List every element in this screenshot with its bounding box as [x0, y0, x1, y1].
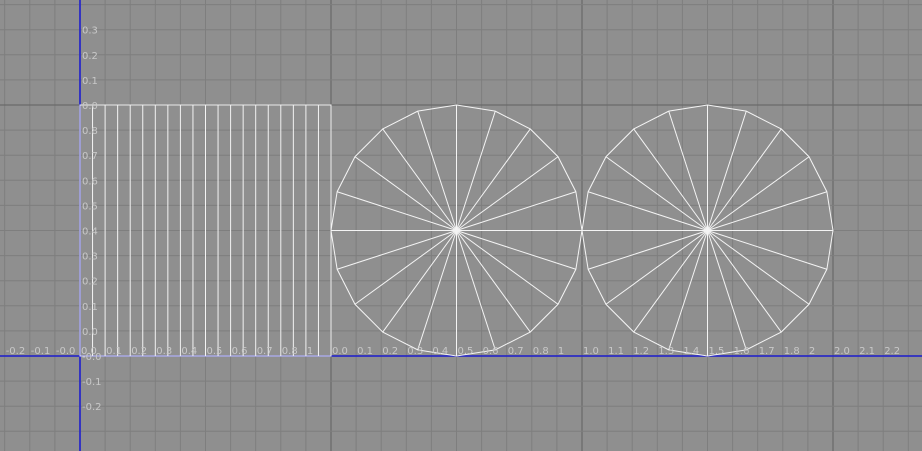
u-ruler-label: 1.8 — [784, 346, 800, 357]
v-ruler-label: -0.1 — [82, 377, 102, 388]
u-ruler-label: 0.2 — [131, 346, 147, 357]
u-ruler-label: 0.2 — [382, 346, 398, 357]
u-ruler-label: 0.3 — [156, 346, 172, 357]
u-ruler-label: 1.5 — [709, 346, 725, 357]
v-ruler-label: -0.0 — [82, 352, 102, 363]
v-ruler-label: 0.3 — [82, 252, 98, 263]
u-ruler-label: 1.2 — [633, 346, 649, 357]
v-ruler-label: 0.4 — [82, 227, 98, 238]
fan-center-vertex — [454, 228, 459, 233]
u-ruler-label: 0.4 — [181, 346, 197, 357]
v-ruler-label: -0.2 — [82, 402, 102, 413]
u-ruler-label: 0.7 — [257, 346, 273, 357]
u-ruler-label: 0.8 — [533, 346, 549, 357]
v-ruler-label: 0.7 — [82, 151, 98, 162]
u-ruler-label: -0.0 — [56, 346, 76, 357]
u-ruler-label: 2 — [809, 346, 815, 357]
u-ruler-label: 0.6 — [232, 346, 248, 357]
u-ruler-label: 0.1 — [106, 346, 122, 357]
u-ruler-label: 1.1 — [608, 346, 624, 357]
u-ruler-label: 1.7 — [759, 346, 775, 357]
u-ruler-label: 0.5 — [207, 346, 223, 357]
u-ruler-label: 2.1 — [859, 346, 875, 357]
v-ruler-label: 0.0 — [82, 101, 98, 112]
u-ruler-label: -0.1 — [31, 346, 51, 357]
v-ruler-label: 0.2 — [82, 51, 98, 62]
v-ruler-label: 0.5 — [82, 201, 98, 212]
viewport-background — [0, 0, 922, 451]
v-ruler-label: 0.2 — [82, 277, 98, 288]
u-ruler-label: 0.5 — [458, 346, 474, 357]
u-ruler-label: 0.7 — [508, 346, 524, 357]
v-ruler-label: 0.0 — [82, 327, 98, 338]
v-ruler-label: 0.3 — [82, 26, 98, 37]
v-ruler-label: 0.6 — [82, 176, 98, 187]
u-ruler-label: 1.3 — [658, 346, 674, 357]
u-ruler-label: 0.8 — [282, 346, 298, 357]
v-ruler-label: 0.8 — [82, 126, 98, 137]
u-ruler-label: 1.6 — [734, 346, 750, 357]
v-ruler-label: 0.1 — [82, 302, 98, 313]
u-ruler-label: 0.4 — [432, 346, 448, 357]
u-ruler-label: 2.2 — [884, 346, 900, 357]
u-ruler-label: 0.6 — [483, 346, 499, 357]
uv-editor-viewport[interactable]: -0.2 -0.1 -0.0 0.0 0.1 0.2 0.3 0.4 0.5 0.6 0.7 0.8 1… — [0, 0, 922, 451]
v-ruler-label: 0.1 — [82, 76, 98, 87]
u-ruler-label: 1 — [307, 346, 313, 357]
u-ruler-label: 1.4 — [683, 346, 699, 357]
u-ruler-label: 0.0 — [332, 346, 348, 357]
u-ruler-label: 0.3 — [407, 346, 423, 357]
u-ruler-label: 1.0 — [583, 346, 599, 357]
cylinder-cap-2-shell[interactable] — [581, 104, 834, 357]
u-ruler-label: 0.1 — [357, 346, 373, 357]
cylinder-cap-1-shell[interactable] — [330, 104, 583, 357]
fan-center-vertex — [705, 228, 710, 233]
u-ruler-label: 1 — [558, 346, 564, 357]
cylinder-side-shell[interactable] — [79, 104, 332, 357]
u-ruler-label: -0.2 — [6, 346, 26, 357]
u-ruler-label: 2.0 — [834, 346, 850, 357]
